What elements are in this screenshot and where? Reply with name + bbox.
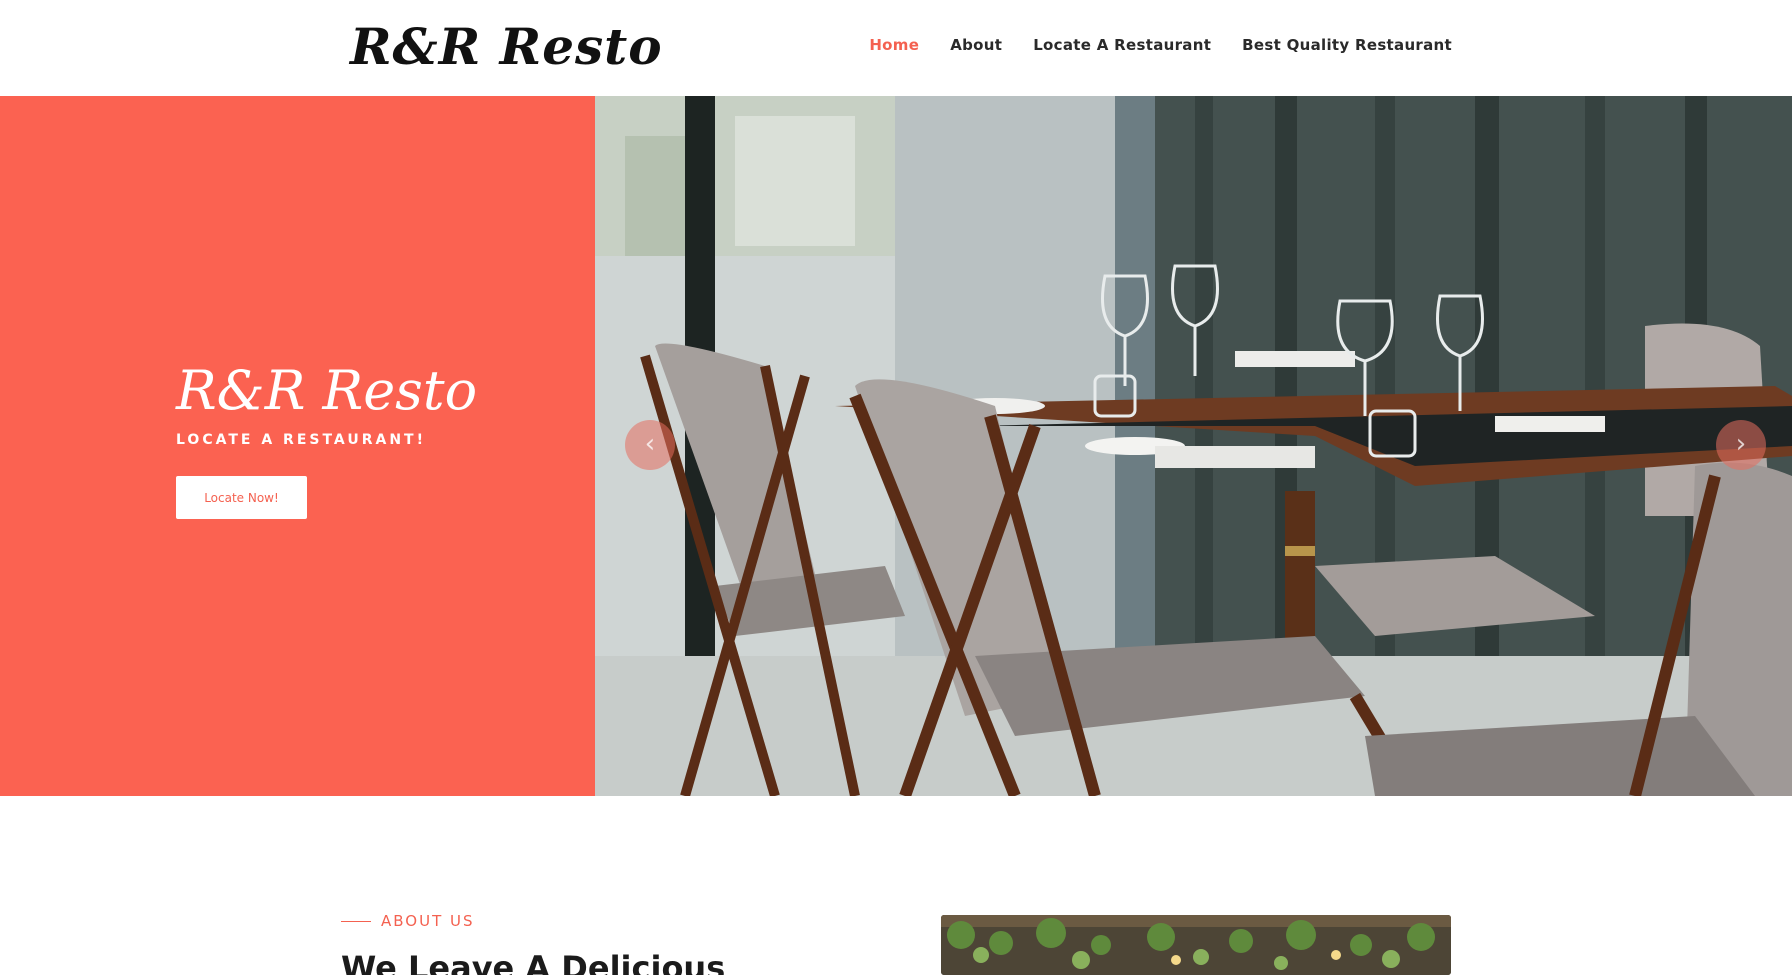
nav-home[interactable]: Home [869, 34, 919, 56]
hero-text-panel: R&R Resto LOCATE A RESTAURANT! Locate No… [0, 96, 595, 796]
garden-restaurant-illustration [941, 915, 1451, 975]
site-header: R&R Resto Home About Locate A Restaurant… [0, 0, 1792, 96]
restaurant-interior-image [595, 96, 1792, 796]
about-label: ABOUT US [381, 912, 475, 930]
nav-best-quality-restaurant[interactable]: Best Quality Restaurant [1242, 34, 1452, 56]
hero-slider: R&R Resto LOCATE A RESTAURANT! Locate No… [0, 96, 1792, 796]
nav-about[interactable]: About [950, 34, 1002, 56]
slider-prev-arrow-icon[interactable]: ‹ [625, 420, 675, 470]
site-logo[interactable]: R&R Resto [350, 12, 663, 82]
hero-subtitle: LOCATE A RESTAURANT! [176, 432, 426, 448]
slider-next-arrow-icon[interactable]: › [1716, 420, 1766, 470]
main-nav: Home About Locate A Restaurant Best Qual… [869, 34, 1452, 56]
eyebrow-divider [341, 920, 371, 922]
about-section: ABOUT US We Leave A Delicious [0, 796, 1792, 975]
about-heading: We Leave A Delicious [341, 949, 726, 975]
hero-title: R&R Resto [176, 359, 478, 422]
restaurant-interior-illustration [595, 96, 1792, 796]
nav-locate-restaurant[interactable]: Locate A Restaurant [1033, 34, 1211, 56]
locate-now-button[interactable]: Locate Now! [176, 476, 307, 519]
about-image [941, 915, 1451, 975]
about-eyebrow: ABOUT US [341, 912, 475, 930]
